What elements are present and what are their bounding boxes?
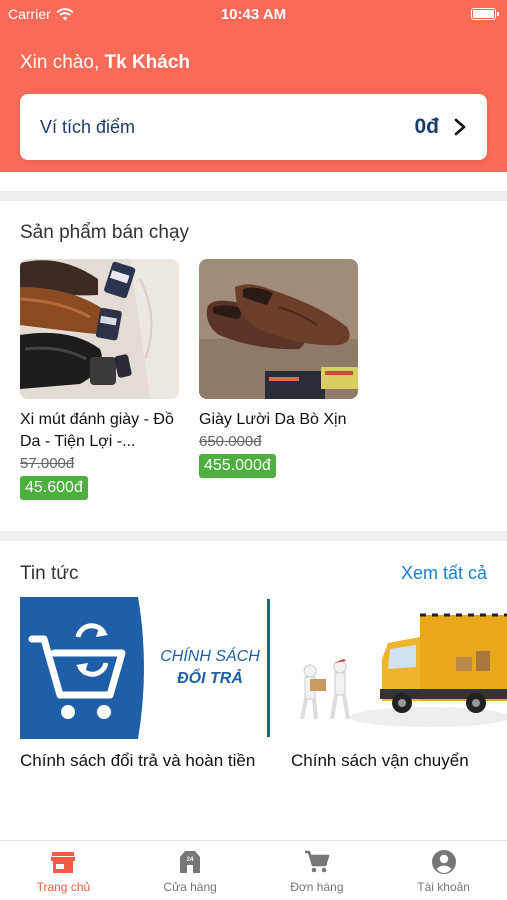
header: Carrier 10:43 AM Xin chào, Tk Khách Ví t… (0, 0, 507, 172)
wallet-value: 0đ (414, 115, 439, 138)
svg-text:24: 24 (187, 857, 194, 863)
news-image-return-policy[interactable]: CHÍNH SÁCH ĐỔI TRẢ (20, 597, 272, 739)
banner-line-1: CHÍNH SÁCH (160, 646, 260, 665)
product-card[interactable]: Xi mút đánh giày - Đồ Da - Tiện Lợi -...… (20, 259, 180, 500)
product-price-badge: 455.000đ (199, 454, 276, 478)
clock: 10:43 AM (220, 6, 287, 23)
store-icon (51, 852, 76, 873)
wallet-label: Ví tích điểm (40, 116, 136, 137)
see-all-link[interactable]: Xem tất cả (401, 563, 487, 584)
shop-24-icon: 24 (180, 851, 201, 873)
account-icon (431, 850, 456, 874)
tab-home[interactable]: Trang chủ (0, 841, 127, 900)
banner-line-2: ĐỔI TRẢ (177, 668, 243, 687)
news-item-title[interactable]: Chính sách vận chuyển (291, 751, 469, 771)
greeting-prefix: Xin chào, (20, 52, 105, 73)
battery-icon (471, 8, 499, 20)
wallet-card[interactable]: Ví tích điểm 0đ (20, 94, 487, 160)
tab-account[interactable]: Tài khoản (380, 841, 507, 900)
product-price-badge: 45.600đ (20, 476, 88, 500)
product-image-shoe-polish (20, 259, 179, 399)
tab-label: Trang chủ (36, 880, 91, 894)
product-name: Xi mút đánh giày - Đồ Da - Tiện Lợi -... (20, 411, 174, 450)
tab-label: Cửa hàng (163, 880, 217, 894)
greeting: Xin chào, Tk Khách (20, 52, 190, 74)
product-image-loafer (199, 259, 358, 399)
best-sellers-title: Sản phẩm bán chạy (20, 222, 190, 243)
chevron-right-icon (454, 118, 466, 136)
news-item-title[interactable]: Chính sách đổi trả và hoàn tiền (20, 751, 255, 771)
section-divider (0, 191, 507, 201)
status-bar: Carrier 10:43 AM (0, 0, 507, 30)
news-image-shipping[interactable] (290, 597, 507, 739)
product-old-price: 57.000đ (20, 455, 75, 472)
home-screen: Carrier 10:43 AM Xin chào, Tk Khách Ví t… (0, 0, 507, 900)
tab-orders[interactable]: Đơn hàng (254, 841, 381, 900)
news-title: Tin tức (20, 563, 79, 584)
product-old-price: 650.000đ (199, 433, 262, 450)
tab-bar: Trang chủ 24 Cửa hàng Đơn hàng Tài khoản (0, 840, 507, 900)
tab-label: Tài khoản (417, 880, 470, 894)
user-name: Tk Khách (104, 52, 191, 73)
product-name: Giày Lười Da Bò Xịn (199, 411, 347, 428)
product-card[interactable]: Giày Lười Da Bò Xịn 650.000đ 455.000đ (199, 259, 359, 478)
cart-icon (304, 850, 330, 873)
section-divider (0, 531, 507, 541)
tab-label: Đơn hàng (290, 880, 344, 894)
tab-stores[interactable]: 24 Cửa hàng (127, 841, 254, 900)
